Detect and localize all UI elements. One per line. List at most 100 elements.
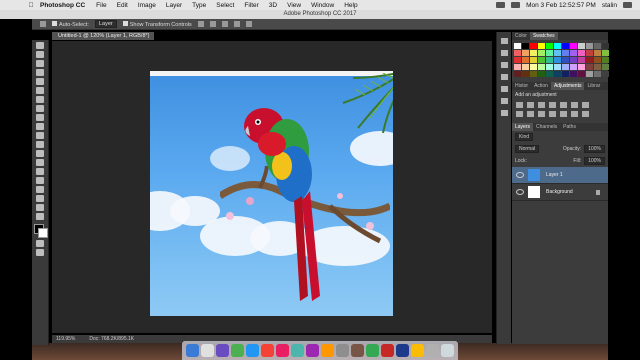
swatch[interactable] <box>530 43 537 49</box>
menu-select[interactable]: Select <box>216 2 234 9</box>
swatch[interactable] <box>602 71 609 77</box>
swatch[interactable] <box>522 57 529 63</box>
eye-icon[interactable] <box>516 189 524 195</box>
swatch[interactable] <box>546 71 553 77</box>
dock-app-icon[interactable] <box>321 344 334 357</box>
tab-layers[interactable]: Layers <box>512 123 534 131</box>
swatch[interactable] <box>562 57 569 63</box>
swatch[interactable] <box>602 50 609 56</box>
tab-actions[interactable]: Action <box>531 82 551 90</box>
swatch[interactable] <box>546 64 553 70</box>
distribute-icon[interactable] <box>233 21 240 27</box>
swatch[interactable] <box>562 64 569 70</box>
channel-mixer-icon[interactable] <box>538 111 545 117</box>
swatch[interactable] <box>538 43 545 49</box>
menu-layer[interactable]: Layer <box>166 2 182 9</box>
swatch[interactable] <box>554 43 561 49</box>
history-brush-tool-icon[interactable] <box>36 123 44 130</box>
menu-filter[interactable]: Filter <box>244 2 258 9</box>
tab-history[interactable]: Histor <box>512 82 531 90</box>
color-swatch-icon[interactable] <box>34 224 48 238</box>
swatch[interactable] <box>514 57 521 63</box>
swatch[interactable] <box>602 57 609 63</box>
move-tool-icon[interactable] <box>36 42 44 49</box>
levels-icon[interactable] <box>527 102 534 108</box>
swatch[interactable] <box>514 71 521 77</box>
tab-adjustments[interactable]: Adjustments <box>550 82 585 90</box>
swatch[interactable] <box>586 57 593 63</box>
vibrance-icon[interactable] <box>560 102 567 108</box>
auto-select-dropdown[interactable]: Layer <box>94 20 117 28</box>
menu-edit[interactable]: Edit <box>117 2 128 9</box>
dock-app-icon[interactable] <box>186 344 199 357</box>
dock-app-icon[interactable] <box>246 344 259 357</box>
swatch[interactable] <box>594 71 601 77</box>
dock-app-icon[interactable] <box>336 344 349 357</box>
curves-icon[interactable] <box>538 102 545 108</box>
transform-controls-checkbox[interactable]: Show Transform Controls <box>122 20 192 28</box>
swatch[interactable] <box>562 71 569 77</box>
swatch[interactable] <box>546 50 553 56</box>
auto-select-checkbox[interactable]: Auto-Select: <box>52 20 89 28</box>
swatch[interactable] <box>562 50 569 56</box>
align-icon[interactable] <box>221 21 228 27</box>
document-canvas[interactable] <box>150 71 393 316</box>
fill-field[interactable]: 100% <box>584 157 605 165</box>
menu-help[interactable]: Help <box>344 2 357 9</box>
dock-app-icon[interactable] <box>306 344 319 357</box>
dock-app-icon[interactable] <box>276 344 289 357</box>
layer-row-background[interactable]: Background <box>512 184 608 201</box>
brush-tool-icon[interactable] <box>36 105 44 112</box>
swatch[interactable] <box>594 64 601 70</box>
lookup-icon[interactable] <box>549 111 556 117</box>
clock[interactable]: Mon 3 Feb 12:52:57 PM <box>526 2 596 9</box>
swatch[interactable] <box>546 57 553 63</box>
dock-app-icon[interactable] <box>366 344 379 357</box>
dock-app-icon[interactable] <box>261 344 274 357</box>
swatch[interactable] <box>538 50 545 56</box>
dock-app-icon[interactable] <box>216 344 229 357</box>
layer-name[interactable]: Layer 1 <box>546 172 563 178</box>
swatch[interactable] <box>530 57 537 63</box>
menu-3d[interactable]: 3D <box>269 2 277 9</box>
swatch[interactable] <box>586 71 593 77</box>
swatch[interactable] <box>522 50 529 56</box>
blur-tool-icon[interactable] <box>36 150 44 157</box>
dock-app-icon[interactable] <box>291 344 304 357</box>
align-icon[interactable] <box>197 21 204 27</box>
swatch[interactable] <box>578 43 585 49</box>
menu-type[interactable]: Type <box>192 2 206 9</box>
swatch[interactable] <box>522 71 529 77</box>
brightness-icon[interactable] <box>516 102 523 108</box>
swatch[interactable] <box>554 64 561 70</box>
swatch[interactable] <box>554 71 561 77</box>
eraser-tool-icon[interactable] <box>36 132 44 139</box>
swatch[interactable] <box>562 43 569 49</box>
swatch[interactable] <box>538 71 545 77</box>
menu-window[interactable]: Window <box>311 2 334 9</box>
apple-icon[interactable]:  <box>26 2 36 9</box>
document-tab[interactable]: Untitled-1 @ 120% (Layer 1, RGB/8*) <box>52 32 154 40</box>
dock-app-icon[interactable] <box>396 344 409 357</box>
blend-mode-select[interactable]: Normal <box>515 145 540 153</box>
swatch[interactable] <box>538 64 545 70</box>
swatch[interactable] <box>530 64 537 70</box>
layer-name[interactable]: Background <box>546 189 573 195</box>
screen-mode-icon[interactable] <box>36 249 44 256</box>
swatch[interactable] <box>586 43 593 49</box>
battery-icon[interactable] <box>511 2 521 8</box>
quick-select-tool-icon[interactable] <box>36 69 44 76</box>
type-tool-icon[interactable] <box>36 177 44 184</box>
swatch[interactable] <box>594 57 601 63</box>
swatch[interactable] <box>602 43 609 49</box>
swatch[interactable] <box>578 71 585 77</box>
marquee-tool-icon[interactable] <box>36 51 44 58</box>
swatch[interactable] <box>570 43 577 49</box>
swatch[interactable] <box>570 71 577 77</box>
clone-source-icon[interactable] <box>500 98 508 104</box>
swatch[interactable] <box>522 43 529 49</box>
posterize-icon[interactable] <box>571 111 578 117</box>
swatch[interactable] <box>570 50 577 56</box>
swatch[interactable] <box>594 50 601 56</box>
layer-row-layer1[interactable]: Layer 1 <box>512 167 608 184</box>
